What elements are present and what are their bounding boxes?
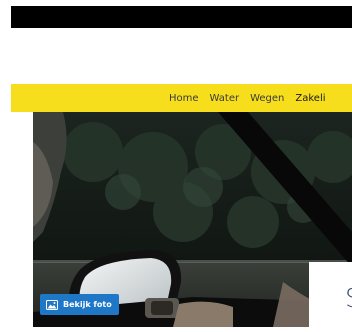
- view-photo-label: Bekijk foto: [63, 300, 112, 309]
- nav-list: Home Water Wegen Zakeli: [169, 84, 326, 112]
- nav-item-wegen[interactable]: Wegen: [250, 93, 284, 104]
- nav-item-home[interactable]: Home: [169, 93, 199, 104]
- main-navigation: Home Water Wegen Zakeli: [11, 84, 352, 112]
- image-icon: [46, 299, 58, 310]
- view-photo-button[interactable]: Bekijk foto: [40, 294, 119, 315]
- nav-item-zakelijk[interactable]: Zakeli: [295, 93, 325, 104]
- top-banner: [11, 6, 352, 28]
- nav-item-water[interactable]: Water: [210, 93, 240, 104]
- headline-text: S: [345, 284, 352, 314]
